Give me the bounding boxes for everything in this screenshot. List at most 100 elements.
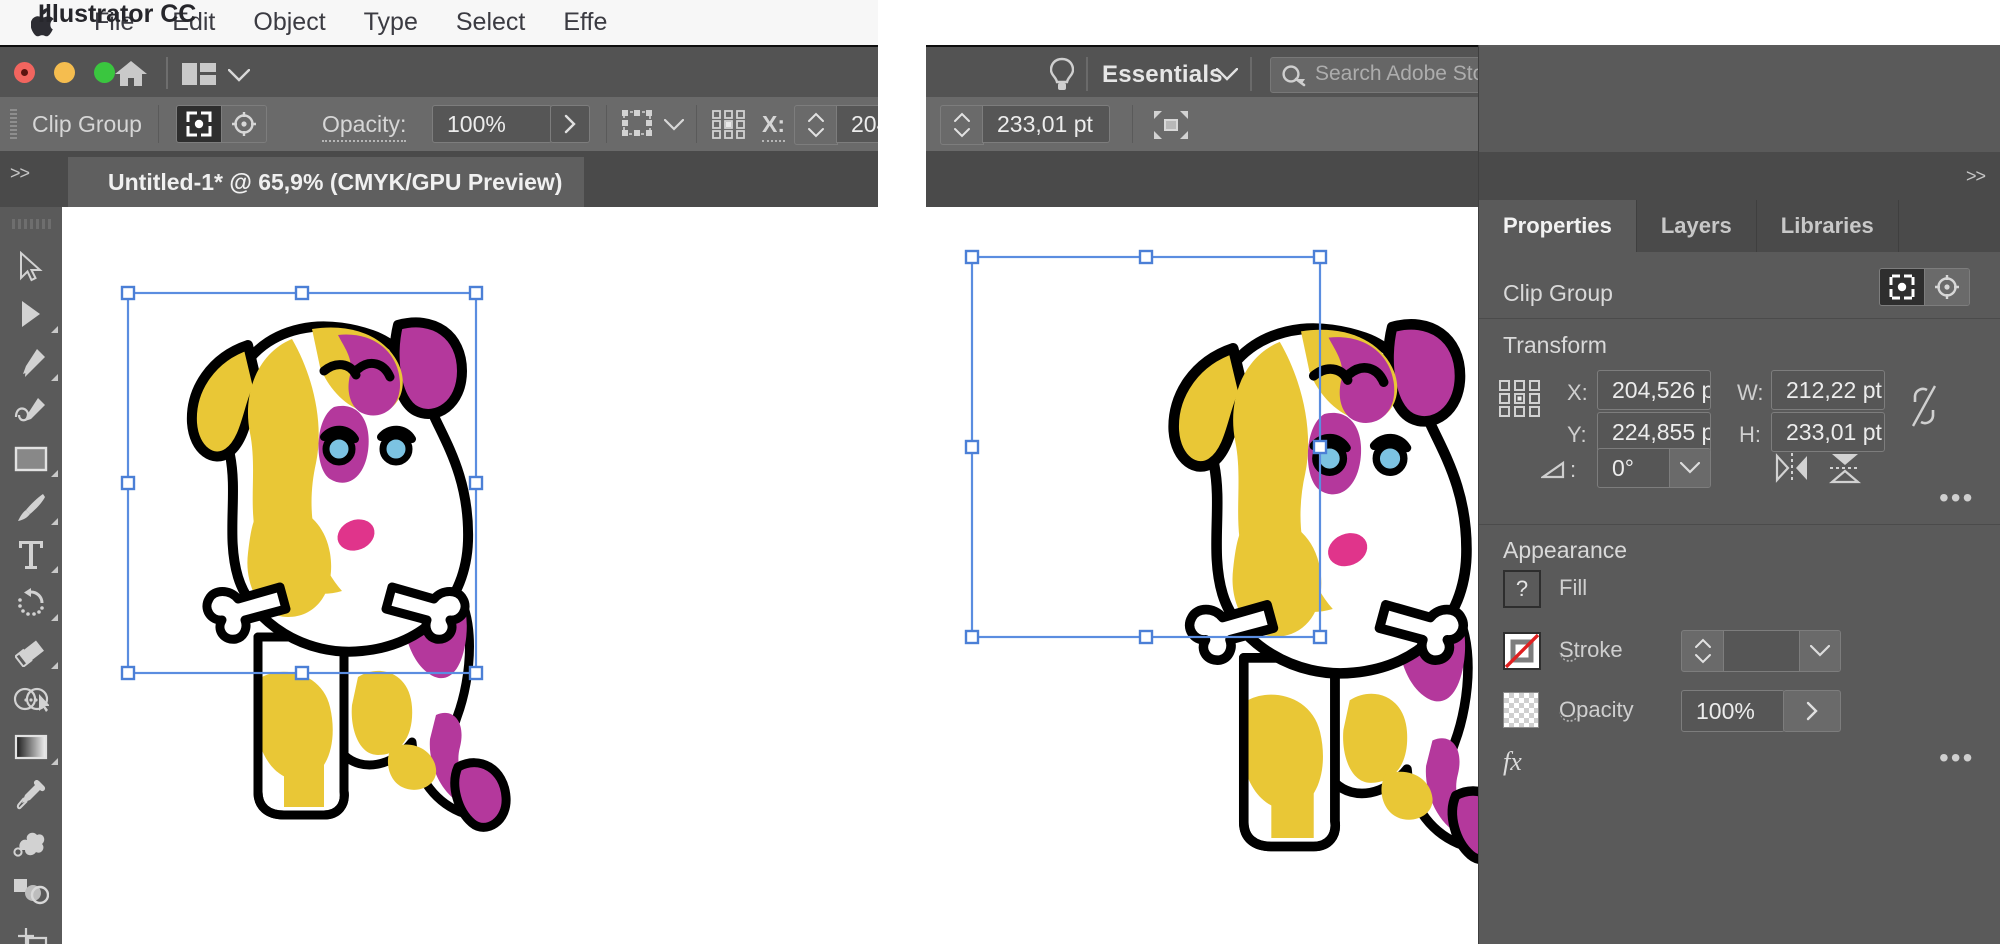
reference-point-grid-icon[interactable] bbox=[712, 110, 746, 145]
panel-grip-icon[interactable] bbox=[10, 109, 17, 139]
eyedropper-tool-icon[interactable] bbox=[0, 771, 62, 819]
none-stroke-icon[interactable] bbox=[1503, 632, 1541, 670]
flip-vertical-icon[interactable] bbox=[1828, 452, 1862, 489]
curvature-tool-icon[interactable] bbox=[0, 387, 62, 435]
gradient-tool-icon[interactable] bbox=[0, 723, 62, 771]
rotation-angle-value: 0° bbox=[1612, 454, 1634, 481]
dog-illustration[interactable] bbox=[62, 207, 878, 944]
tab-layers-label: Layers bbox=[1660, 213, 1732, 238]
opacity-expand-button[interactable] bbox=[1783, 690, 1841, 732]
selection-tool-icon[interactable] bbox=[0, 243, 62, 291]
zoom-window-button[interactable] bbox=[94, 62, 115, 83]
pen-tool-icon[interactable] bbox=[0, 339, 62, 387]
chevron-down-icon[interactable] bbox=[227, 68, 251, 87]
stroke-weight-stepper-icon[interactable] bbox=[1681, 630, 1725, 672]
angle-icon bbox=[1539, 460, 1565, 479]
tab-strip-filler bbox=[1899, 200, 2000, 252]
panel-grip-icon[interactable] bbox=[12, 219, 52, 229]
direct-selection-tool-icon[interactable] bbox=[0, 291, 62, 339]
arrange-documents-icon[interactable] bbox=[182, 63, 216, 85]
opacity-value: 100% bbox=[447, 110, 506, 137]
canvas-left[interactable] bbox=[62, 207, 878, 944]
isolate-target-segment[interactable] bbox=[176, 105, 267, 143]
chevron-right-icon bbox=[1806, 701, 1818, 721]
opacity-value: 100% bbox=[1696, 697, 1755, 724]
paintbrush-tool-icon[interactable] bbox=[0, 483, 62, 531]
properties-panel-body: Clip Group Transform X: 204,526 p W: 212… bbox=[1479, 252, 2000, 944]
transform-more-options[interactable]: ••• bbox=[1939, 484, 1974, 512]
mixed-fill-question-icon[interactable]: ? bbox=[1503, 570, 1541, 608]
window-traffic-lights bbox=[14, 62, 115, 83]
chevron-right-icon bbox=[564, 114, 576, 134]
screenshot-seam-top bbox=[878, 0, 926, 45]
slice-tool-icon[interactable] bbox=[0, 915, 62, 944]
transform-chevron-down-icon[interactable] bbox=[663, 118, 685, 136]
transparency-checkerboard-icon[interactable] bbox=[1503, 692, 1539, 728]
home-icon[interactable] bbox=[114, 59, 148, 87]
transform-panel-icon[interactable] bbox=[622, 110, 656, 143]
opacity-label: Opacity bbox=[1559, 697, 1634, 722]
transform-h-label: H: bbox=[1739, 422, 1761, 447]
titlebar-divider bbox=[166, 57, 168, 89]
eraser-tool-icon[interactable] bbox=[0, 627, 62, 675]
target-indicator-icon[interactable] bbox=[221, 106, 266, 142]
isolate-selected-object-icon[interactable] bbox=[1880, 269, 1924, 305]
adobe-stock-search-placeholder: Search Adobe Stock bbox=[1315, 62, 1506, 85]
x-coordinate-field[interactable]: 204, bbox=[836, 105, 878, 143]
align-to-selection-icon[interactable] bbox=[1152, 109, 1190, 146]
type-tool-icon[interactable] bbox=[0, 531, 62, 579]
unlink-proportions-icon[interactable] bbox=[1907, 382, 1941, 435]
menu-app-name[interactable]: Illustrator CC bbox=[38, 0, 878, 45]
tab-layers[interactable]: Layers bbox=[1637, 200, 1757, 252]
transform-h-field[interactable]: 233,01 pt bbox=[1771, 412, 1885, 452]
control-bar-selection-label: Clip Group bbox=[32, 111, 142, 137]
minimize-window-button[interactable] bbox=[54, 62, 75, 83]
rectangle-tool-icon[interactable] bbox=[0, 435, 62, 483]
workspace-chevron-down-icon[interactable] bbox=[1215, 67, 1239, 86]
panel-isolate-target-segment[interactable] bbox=[1879, 268, 1970, 306]
effects-fx-button[interactable]: fx bbox=[1503, 747, 1522, 777]
document-tab[interactable]: close-icon Untitled-1* @ 65,9% (CMYK/GPU… bbox=[68, 157, 585, 207]
rotation-chevron-down-icon[interactable] bbox=[1669, 449, 1710, 487]
rotation-angle-field[interactable]: 0° bbox=[1597, 448, 1711, 488]
x-stepper-icon[interactable] bbox=[794, 105, 838, 145]
rotate-tool-icon[interactable] bbox=[0, 579, 62, 627]
macos-menu-bar: Illustrator CC File Edit Object Type Sel… bbox=[0, 0, 878, 45]
transform-w-field[interactable]: 212,22 pt bbox=[1771, 370, 1885, 410]
x-coordinate-label: X: bbox=[762, 111, 785, 142]
transform-w-value: 212,22 pt bbox=[1786, 376, 1882, 403]
flip-horizontal-icon[interactable] bbox=[1775, 452, 1809, 489]
document-window-left: Clip Group Opacity: 100% X: 20 Untitled-… bbox=[0, 45, 878, 944]
isolate-selected-object-icon[interactable] bbox=[177, 106, 221, 142]
symbol-sprayer-tool-icon[interactable] bbox=[0, 819, 62, 867]
transform-y-field[interactable]: 224,855 p bbox=[1597, 412, 1711, 452]
panel-selection-label: Clip Group bbox=[1503, 280, 1613, 306]
tab-properties[interactable]: Properties bbox=[1479, 200, 1637, 252]
transform-h-value: 233,01 pt bbox=[1786, 418, 1882, 445]
properties-panel: >> Properties Layers Libraries Clip Grou… bbox=[1478, 45, 2000, 944]
h-dimension-field[interactable]: 233,01 pt bbox=[982, 105, 1110, 143]
stroke-weight-field[interactable] bbox=[1723, 630, 1841, 672]
opacity-expand-button[interactable] bbox=[550, 105, 590, 143]
target-indicator-icon[interactable] bbox=[1924, 269, 1969, 305]
stroke-chevron-down-icon[interactable] bbox=[1799, 631, 1840, 671]
appearance-more-options[interactable]: ••• bbox=[1939, 744, 1974, 772]
tools-panel bbox=[0, 207, 63, 944]
panel-header-bar: >> bbox=[1479, 152, 2000, 200]
shape-builder-tool-icon[interactable] bbox=[0, 675, 62, 723]
reference-point-grid-icon[interactable] bbox=[1499, 380, 1541, 423]
close-window-button[interactable] bbox=[14, 62, 35, 83]
fx-label: fx bbox=[1503, 747, 1522, 776]
document-tab-title: Untitled-1* @ 65,9% (CMYK/GPU Preview) bbox=[108, 168, 563, 195]
h-stepper-icon[interactable] bbox=[940, 105, 984, 145]
transform-x-field[interactable]: 204,526 p bbox=[1597, 370, 1711, 410]
workspace-name[interactable]: Essentials bbox=[1102, 61, 1223, 89]
lightbulb-icon[interactable] bbox=[1049, 57, 1075, 90]
panel-overflow-chevrons[interactable]: >> bbox=[1966, 166, 1986, 187]
opacity-field[interactable]: 100% bbox=[432, 105, 552, 143]
tab-libraries[interactable]: Libraries bbox=[1757, 200, 1899, 252]
artboard-tool-icon[interactable] bbox=[0, 867, 62, 915]
opacity-field[interactable]: 100% bbox=[1681, 690, 1785, 732]
transform-x-value: 204,526 p bbox=[1612, 376, 1711, 403]
toolbar-overflow-chevrons[interactable]: >> bbox=[10, 163, 30, 184]
